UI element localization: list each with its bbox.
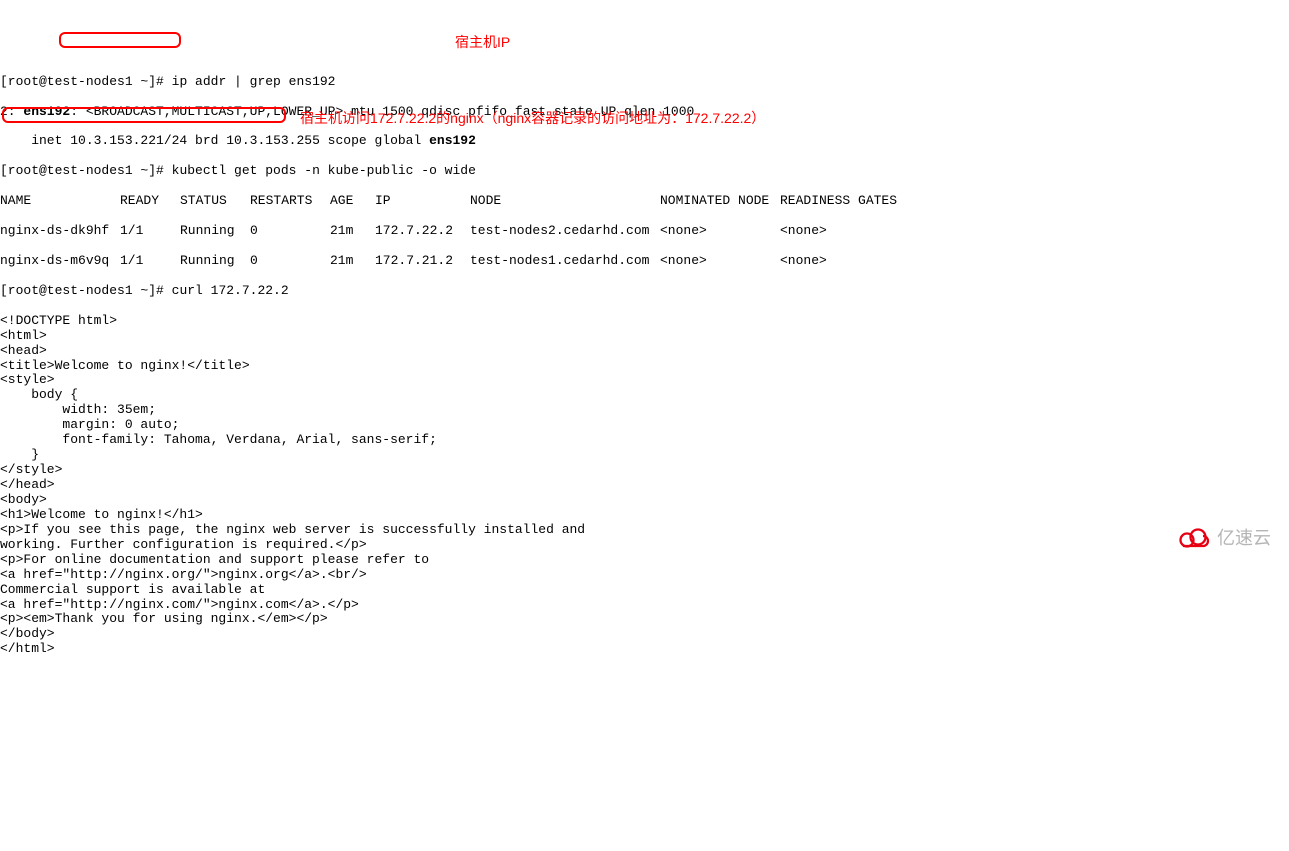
output-line: }	[0, 448, 1289, 463]
curl-output: <!DOCTYPE html><html><head><title>Welcom…	[0, 314, 1289, 658]
output-line: </head>	[0, 478, 1289, 493]
watermark: 亿速云	[1177, 527, 1271, 549]
prompt-line-2: [root@test-nodes1 ~]# kubectl get pods -…	[0, 164, 1289, 179]
output-line: <a href="http://nginx.com/">nginx.com</a…	[0, 598, 1289, 613]
output-line: margin: 0 auto;	[0, 418, 1289, 433]
output-line: <body>	[0, 493, 1289, 508]
output-line: <p><em>Thank you for using nginx.</em></…	[0, 612, 1289, 627]
highlight-box-ip	[59, 32, 181, 48]
host-ip: 10.3.153.221/24	[70, 133, 187, 148]
prompt: [root@test-nodes1 ~]#	[0, 163, 172, 178]
output-line: <h1>Welcome to nginx!</h1>	[0, 508, 1289, 523]
output-line: font-family: Tahoma, Verdana, Arial, san…	[0, 433, 1289, 448]
prompt: [root@test-nodes1 ~]#	[0, 74, 172, 89]
output-line: </style>	[0, 463, 1289, 478]
command: curl 172.7.22.2	[172, 283, 289, 298]
command: ip addr | grep ens192	[172, 74, 336, 89]
inet-line: inet 10.3.153.221/24 brd 10.3.153.255 sc…	[0, 134, 1289, 149]
output-line: <head>	[0, 344, 1289, 359]
output-line: working. Further configuration is requir…	[0, 538, 1289, 553]
output-line: <style>	[0, 373, 1289, 388]
output-line: body {	[0, 388, 1289, 403]
cloud-icon	[1177, 527, 1211, 549]
output-line: </body>	[0, 627, 1289, 642]
output-line: <!DOCTYPE html>	[0, 314, 1289, 329]
watermark-text: 亿速云	[1217, 528, 1271, 549]
annotation-curl: 宿主机访问172.7.22.2的nginx（nginx容器记录的访问地址为：17…	[300, 110, 765, 126]
output-line: <title>Welcome to nginx!</title>	[0, 359, 1289, 374]
output-line: <p>If you see this page, the nginx web s…	[0, 523, 1289, 538]
terminal-output: [root@test-nodes1 ~]# ip addr | grep ens…	[0, 60, 1289, 672]
prompt-line-1: [root@test-nodes1 ~]# ip addr | grep ens…	[0, 75, 1289, 90]
iface-name: ens192	[23, 104, 70, 119]
output-line: <p>For online documentation and support …	[0, 553, 1289, 568]
prompt-line-3: [root@test-nodes1 ~]# curl 172.7.22.2	[0, 284, 1289, 299]
table-header: NAMEREADYSTATUSRESTARTSAGEIPNODENOMINATE…	[0, 194, 1289, 209]
output-line: <html>	[0, 329, 1289, 344]
table-row: nginx-ds-dk9hf1/1Running021m172.7.22.2te…	[0, 224, 1289, 239]
output-line: Commercial support is available at	[0, 583, 1289, 598]
output-line: </html>	[0, 642, 1289, 657]
output-line: <a href="http://nginx.org/">nginx.org</a…	[0, 568, 1289, 583]
annotation-host-ip: 宿主机IP	[455, 34, 510, 50]
table-row: nginx-ds-m6v9q1/1Running021m172.7.21.2te…	[0, 254, 1289, 269]
output-line: width: 35em;	[0, 403, 1289, 418]
command: kubectl get pods -n kube-public -o wide	[172, 163, 476, 178]
prompt: [root@test-nodes1 ~]#	[0, 283, 172, 298]
